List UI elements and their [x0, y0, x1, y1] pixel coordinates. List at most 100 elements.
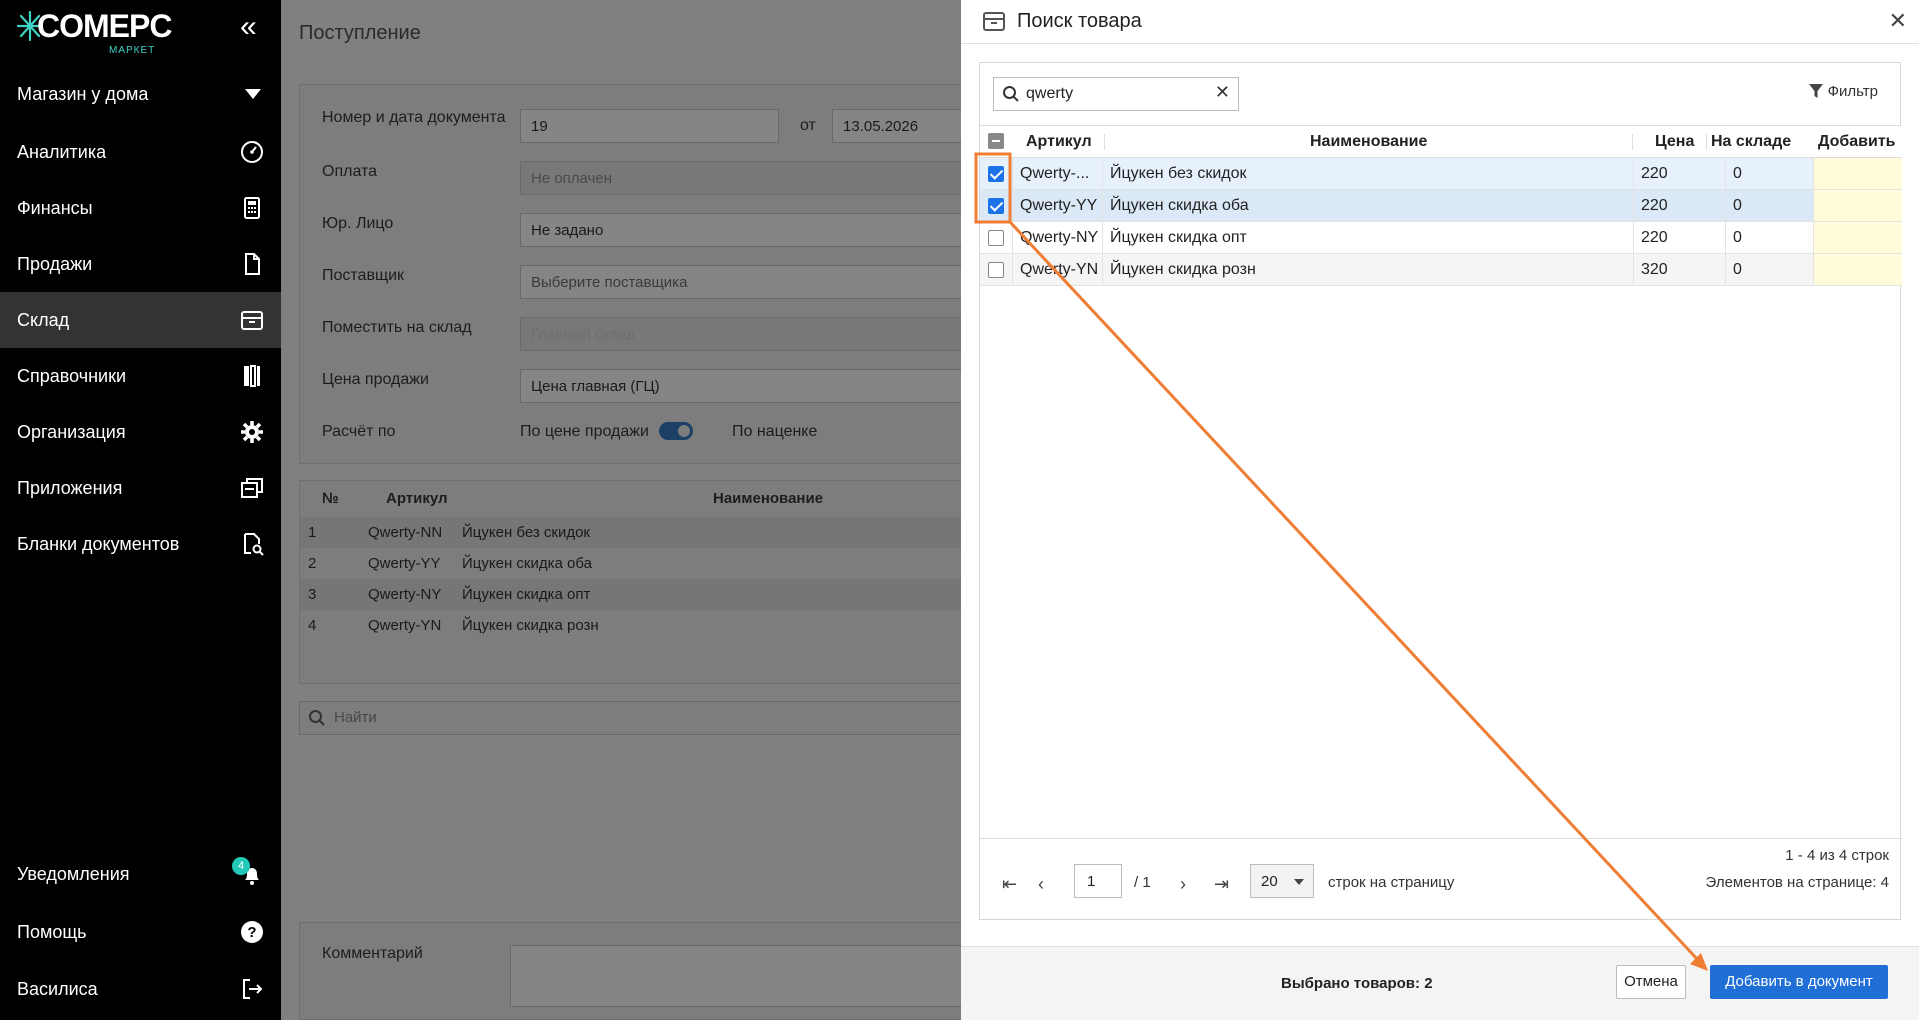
sidebar-item-warehouse[interactable]: Склад: [0, 292, 281, 348]
cell-article: Qwerty-YY: [368, 555, 441, 572]
cell-price: 220: [1634, 158, 1726, 189]
column-header-stock[interactable]: На складе: [1711, 126, 1791, 158]
sidebar-item-doc-forms[interactable]: Бланки документов: [0, 516, 281, 572]
product-search-input[interactable]: [1026, 80, 1206, 108]
search-icon: [1003, 86, 1019, 102]
total-pages: / 1: [1134, 874, 1151, 891]
column-header-name[interactable]: Наименование: [1310, 126, 1427, 158]
search-placeholder: Найти: [334, 709, 377, 726]
cell-add-quantity[interactable]: [1814, 222, 1902, 253]
dialog-footer: Выбрано товаров: 2 Отмена Добавить в док…: [961, 946, 1919, 1020]
items-search-input[interactable]: Найти: [299, 701, 979, 735]
select-all-checkbox[interactable]: [988, 133, 1004, 149]
calc-by-markup-label: По наценке: [732, 423, 818, 440]
row-checkbox[interactable]: [988, 262, 1004, 278]
cell-add-quantity[interactable]: [1814, 190, 1902, 221]
cell-select[interactable]: [980, 222, 1013, 253]
calc-mode-toggle[interactable]: [659, 422, 693, 440]
calc-by-label: Расчёт по: [322, 423, 396, 440]
last-page-icon[interactable]: ⇥: [1214, 874, 1229, 895]
close-icon[interactable]: ✕: [1889, 8, 1907, 34]
sidebar-item-references[interactable]: Справочники: [0, 348, 281, 404]
table-row[interactable]: 3 Qwerty-NY Йцукен скидка опт: [300, 579, 980, 610]
column-header-number[interactable]: №: [322, 481, 339, 517]
cell-number: 2: [308, 555, 317, 572]
rows-per-page-select[interactable]: 20: [1250, 864, 1314, 898]
logout-icon: [243, 979, 263, 999]
column-header-article[interactable]: Артикул: [386, 481, 448, 517]
cancel-button[interactable]: Отмена: [1616, 965, 1686, 999]
warehouse-box-icon: [241, 311, 263, 330]
cell-select[interactable]: [980, 254, 1013, 285]
cell-stock: 0: [1726, 158, 1814, 189]
table-row[interactable]: 4 Qwerty-YN Йцукен скидка розн: [300, 610, 980, 641]
prev-page-icon[interactable]: ‹: [1038, 874, 1044, 895]
table-row[interactable]: Qwerty-YN Йцукен скидка розн 320 0: [980, 254, 1902, 286]
sidebar-item-help[interactable]: Помощь ?: [0, 904, 281, 960]
column-header-price[interactable]: Цена: [1655, 126, 1694, 158]
cell-name: Йцукен без скидок: [1103, 158, 1634, 189]
legal-entity-select[interactable]: Не задано: [520, 213, 982, 247]
next-page-icon[interactable]: ›: [1180, 874, 1186, 895]
cell-price: 320: [1634, 254, 1726, 285]
svg-text:?: ?: [247, 924, 256, 941]
elements-per-page: Элементов на странице: 4: [1705, 874, 1889, 891]
pagination: ⇤ ‹ 1 / 1 › ⇥ 20 строк на страницу 1 - 4…: [980, 838, 1902, 920]
sidebar-item-finance[interactable]: Финансы: [0, 180, 281, 236]
warehouse-label: Поместить на склад: [322, 319, 472, 336]
add-to-document-button[interactable]: Добавить в документ: [1710, 965, 1888, 999]
table-row[interactable]: 1 Qwerty-NN Йцукен без скидок: [300, 517, 980, 548]
row-checkbox[interactable]: [988, 166, 1004, 182]
sidebar-item-analytics[interactable]: Аналитика: [0, 124, 281, 180]
calculator-icon: [244, 197, 260, 219]
doc-number-input[interactable]: 19: [520, 109, 779, 143]
column-header-add[interactable]: Добавить: [1818, 126, 1896, 158]
table-row[interactable]: Qwerty-YY Йцукен скидка оба 220 0: [980, 190, 1902, 222]
payment-label: Оплата: [322, 163, 378, 180]
first-page-icon[interactable]: ⇤: [1002, 874, 1017, 895]
filter-button[interactable]: Фильтр: [1808, 83, 1878, 100]
cell-select[interactable]: [980, 158, 1013, 189]
row-checkbox[interactable]: [988, 230, 1004, 246]
comment-section: Комментарий: [299, 922, 980, 1020]
cell-add-quantity[interactable]: [1814, 158, 1902, 189]
store-selector[interactable]: Магазин у дома: [0, 76, 281, 112]
supplier-select[interactable]: Выберите поставщика: [520, 265, 982, 299]
sidebar-item-user[interactable]: Василиса: [0, 961, 281, 1017]
comment-textarea[interactable]: [510, 945, 980, 1007]
table-row[interactable]: Qwerty-NY Йцукен скидка опт 220 0: [980, 222, 1902, 254]
warehouse-select[interactable]: Главный склад: [520, 317, 982, 351]
cell-name: Йцукен скидка розн: [1103, 254, 1634, 285]
document-form: Номер и дата документа 19 от 13.05.2026 …: [299, 84, 982, 464]
page-number-input[interactable]: 1: [1074, 864, 1122, 898]
column-resizer[interactable]: [1706, 134, 1707, 150]
table-row[interactable]: 2 Qwerty-YY Йцукен скидка оба: [300, 548, 980, 579]
column-resizer[interactable]: [1632, 134, 1633, 150]
sidebar-item-label: Приложения: [17, 478, 123, 498]
supplier-label: Поставщик: [322, 267, 405, 284]
cell-price: 220: [1634, 222, 1726, 253]
cell-select[interactable]: [980, 190, 1013, 221]
row-checkbox[interactable]: [988, 198, 1004, 214]
sidebar-item-sales[interactable]: Продажи: [0, 236, 281, 292]
sidebar-item-organization[interactable]: Организация: [0, 404, 281, 460]
table-row[interactable]: Qwerty-... Йцукен без скидок 220 0: [980, 158, 1902, 190]
payment-select[interactable]: Не оплачен: [520, 161, 982, 195]
column-header-article[interactable]: Артикул: [1026, 126, 1092, 158]
sale-price-select[interactable]: Цена главная (ГЦ): [520, 369, 982, 403]
sidebar-item-label: Помощь: [17, 922, 87, 942]
doc-date-input[interactable]: 13.05.2026: [832, 109, 982, 143]
clear-search-icon[interactable]: ✕: [1215, 82, 1230, 103]
column-resizer[interactable]: [1104, 134, 1105, 150]
sidebar-item-apps[interactable]: Приложения: [0, 460, 281, 516]
chevron-down-icon: [245, 89, 261, 99]
cell-article: Qwerty-NY: [1013, 222, 1103, 253]
cell-number: 1: [308, 524, 317, 541]
selected-count: Выбрано товаров: 2: [1281, 975, 1433, 992]
cell-article: Qwerty-YN: [1013, 254, 1103, 285]
product-search-dialog: Поиск товара ✕ ✕ Фильтр Артикул Наименов…: [961, 0, 1919, 1020]
product-search-field[interactable]: ✕: [993, 77, 1239, 111]
column-header-name[interactable]: Наименование: [713, 481, 823, 517]
cell-add-quantity[interactable]: [1814, 254, 1902, 285]
collapse-sidebar-icon[interactable]: «: [240, 12, 268, 42]
